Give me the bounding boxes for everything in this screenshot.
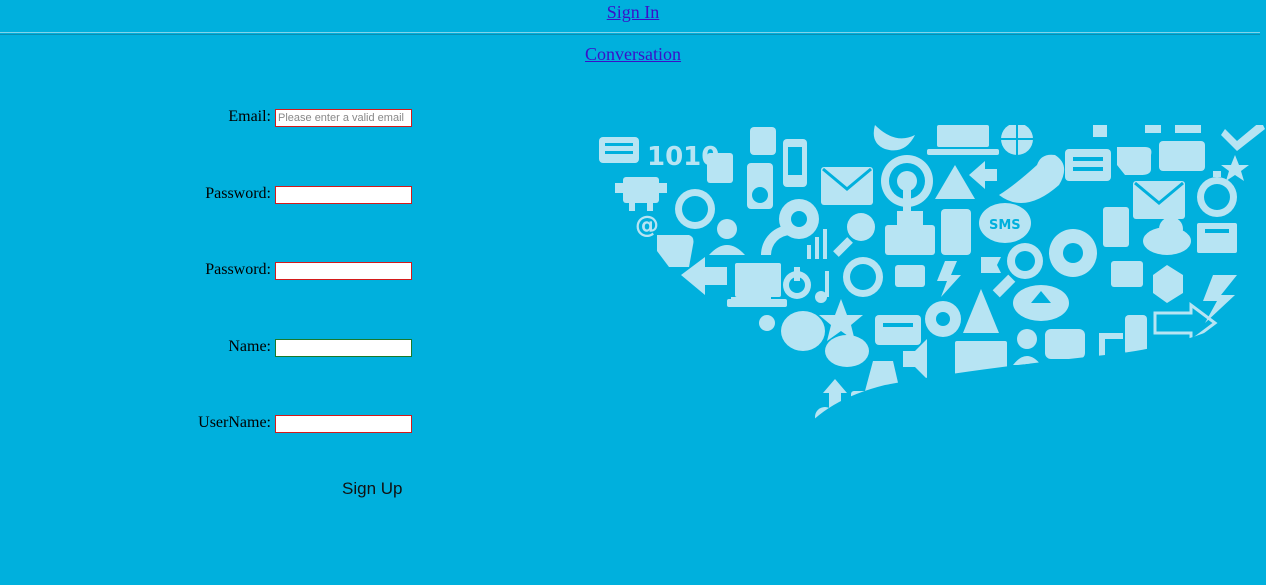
radio-icon [1159,141,1205,171]
sign-in-link[interactable]: Sign In [607,2,660,22]
lightning-icon-2 [1203,275,1237,323]
name-field[interactable] [275,339,412,357]
laptop-icon-3 [731,297,771,305]
user-icon [709,219,745,255]
cloud-upload-icon [1013,285,1069,321]
wifi-icon [761,225,791,255]
stopwatch-icon [1197,171,1237,217]
password-row: Password: [150,185,412,205]
bird-icon [873,125,915,151]
stop-hand-icon [1153,265,1183,303]
star-icon-2 [819,299,863,341]
computer-user-icon [947,341,1015,385]
name-label: Name: [228,338,271,355]
music-note-icon-2 [1087,333,1123,373]
monitor-icon [1197,223,1237,253]
globe-icon [1001,125,1033,155]
mail-icon-2 [1133,181,1185,219]
divider [0,32,1260,35]
laptop-icon [927,125,999,155]
sms-text: SMS [989,218,1021,233]
tweet-bird-icon [999,154,1065,203]
usb-stick-icon [1125,315,1147,355]
invader-icon-2 [1111,261,1143,287]
mobile-icon [783,139,807,187]
video-icon [1045,329,1085,359]
cursor-hand-icon [657,235,694,267]
phone-small-icon [851,391,869,419]
chat-music-icon [781,311,825,351]
tablet-icon [1103,207,1129,247]
at-icon [1049,229,1097,277]
chat-dots-icon [825,335,869,367]
email-field[interactable]: Please enter a valid email [275,109,412,127]
broadcast-icon [881,155,933,211]
password-confirm-row: Password: [150,261,412,281]
password-confirm-field[interactable] [275,262,412,280]
communication-icons-illustration: 1010 @ SMS [599,125,1265,427]
stop-hand-icon-2 [865,361,899,409]
conversation-nav: Conversation [0,44,1266,65]
conversation-link[interactable]: Conversation [585,44,681,64]
invader-icon [895,265,925,287]
mail-icon [821,167,873,205]
pointer-up-icon [823,379,847,409]
at-text: @ [635,211,659,239]
music-player-icon [747,163,773,209]
hand-icon [1117,147,1152,175]
sign-in-nav: Sign In [0,2,1266,23]
username-label: UserName: [198,414,271,431]
device-icon [941,209,971,255]
password-confirm-label: Password: [205,261,271,278]
star-icon [1221,155,1249,181]
arrow-left-icon [969,161,997,189]
magnifier-icon [815,407,835,427]
keyboard-icon-3 [875,315,921,345]
printer-icon [885,211,935,255]
stopwatch-icon-2 [843,257,883,297]
gear-icon-2 [925,301,961,337]
password-label: Password: [205,185,271,202]
sign-up-button[interactable]: Sign Up [336,479,408,499]
phone-icon [750,127,776,155]
star-icon-3 [1007,357,1047,393]
music-note-icon [815,271,829,303]
lightning-icon [937,261,961,297]
settings-icon [1093,125,1201,137]
flag-icon [981,257,1001,273]
game-icon [615,177,667,211]
arrow-right-icon [1153,302,1218,344]
check-icon [1221,125,1265,151]
gear-small-icon [759,315,775,331]
password-field[interactable] [275,186,412,204]
email-row: Email: Please enter a valid email [150,108,412,128]
sms-bubble-icon: SMS [979,203,1031,243]
keyboard-icon [599,137,639,163]
name-row: Name: [150,338,412,358]
usb-icon [707,153,733,183]
cloud-icon [1143,217,1191,255]
plus-icon [837,414,847,424]
username-field[interactable] [275,415,412,433]
keyboard-icon-2 [1065,149,1111,181]
email-label: Email: [228,108,271,125]
tower-icon [963,289,999,333]
clock-icon [675,189,715,229]
username-row: UserName: [150,414,412,434]
power-icon [783,267,811,299]
magnifier-plus-icon [833,213,875,257]
warning-icon [935,165,975,199]
